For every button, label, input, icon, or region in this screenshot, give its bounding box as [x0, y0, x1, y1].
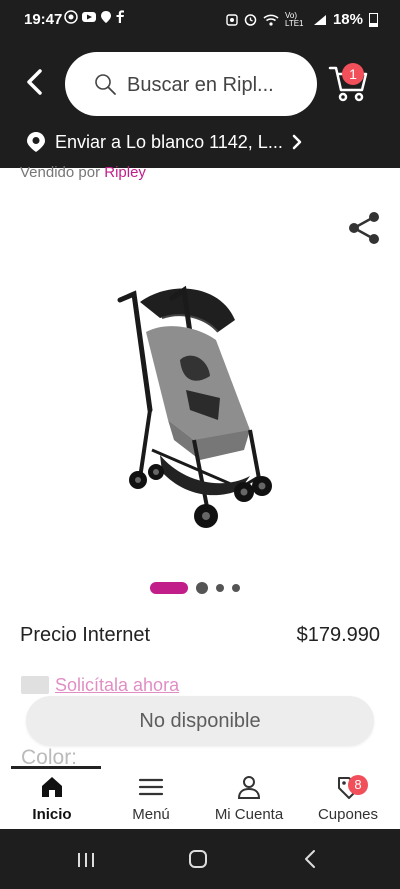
- carousel-dot[interactable]: [216, 584, 224, 592]
- status-bar: 19:47 Vo) LTE1 18%: [0, 0, 400, 40]
- carousel-dot[interactable]: [232, 584, 240, 592]
- map-pin-icon: [27, 132, 45, 152]
- unavailable-button[interactable]: No disponible: [26, 696, 374, 746]
- price-value: $179.990: [296, 624, 380, 646]
- nav-label-menu: Menú: [132, 806, 170, 823]
- notification-icons: [64, 10, 125, 24]
- battery-percent: 18%: [332, 11, 363, 28]
- alarm-icon: [244, 14, 257, 26]
- back-arrow-icon[interactable]: [20, 66, 52, 98]
- system-navigation-bar: [0, 829, 400, 889]
- menu-icon: [138, 778, 164, 796]
- status-right: Vo) LTE1 18%: [226, 11, 378, 28]
- facebook-icon: [116, 10, 124, 23]
- recent-apps-icon[interactable]: [76, 851, 96, 869]
- cart-count-badge: 1: [342, 63, 364, 85]
- sold-by-prefix: Vendido por: [20, 164, 105, 181]
- delivery-location[interactable]: Enviar a Lo blanco 1142, L...: [26, 130, 303, 154]
- credit-card-icon: [21, 676, 49, 694]
- home-button-icon[interactable]: [188, 849, 208, 869]
- nav-label-mi-cuenta: Mi Cuenta: [214, 806, 284, 823]
- sold-by: Vendido por Ripley: [20, 164, 146, 181]
- price-label: Precio Internet: [20, 624, 151, 646]
- location-text: Enviar a Lo blanco 1142, L...: [55, 131, 283, 152]
- image-carousel-dots[interactable]: [150, 580, 240, 596]
- network-type: Vo) LTE1: [284, 10, 304, 28]
- carousel-dot[interactable]: [196, 582, 208, 594]
- search-bar[interactable]: Buscar en Ripl...: [65, 52, 317, 116]
- bottom-navigation: Inicio Menú Mi Cuenta Cupones: [0, 766, 400, 829]
- nav-label-cupones: Cupones: [317, 806, 379, 823]
- youtube-icon: [82, 12, 96, 22]
- nav-label-inicio: Inicio: [32, 806, 72, 823]
- share-icon[interactable]: [346, 210, 382, 246]
- search-icon: [95, 74, 116, 95]
- product-image[interactable]: [90, 280, 310, 540]
- stroller-seat: [146, 326, 250, 446]
- seller-link[interactable]: Ripley: [104, 164, 146, 181]
- location-icon: [101, 11, 111, 23]
- nav-item-inicio[interactable]: Inicio: [2, 774, 102, 823]
- signal-icon: [313, 14, 326, 25]
- coupon-count-badge: 8: [348, 775, 368, 795]
- battery-icon: [369, 12, 378, 27]
- nav-item-mi-cuenta[interactable]: Mi Cuenta: [199, 774, 299, 823]
- nav-item-menu[interactable]: Menú: [101, 774, 201, 823]
- carousel-dot-active[interactable]: [150, 582, 188, 594]
- home-icon: [42, 777, 62, 797]
- nfc-icon: [226, 13, 238, 26]
- credit-card-link[interactable]: Solicítala ahora: [55, 675, 179, 696]
- user-icon: [237, 776, 261, 799]
- system-back-icon[interactable]: [302, 849, 318, 869]
- status-time: 19:47: [24, 11, 63, 28]
- wifi-icon: [263, 14, 279, 26]
- app-header: Buscar en Ripl... 1 Enviar a Lo blanco 1…: [0, 40, 400, 168]
- search-input[interactable]: Buscar en Ripl...: [127, 74, 302, 97]
- whatsapp-icon: [64, 10, 78, 24]
- chevron-right-icon: [292, 134, 302, 150]
- active-tab-indicator: [11, 766, 101, 769]
